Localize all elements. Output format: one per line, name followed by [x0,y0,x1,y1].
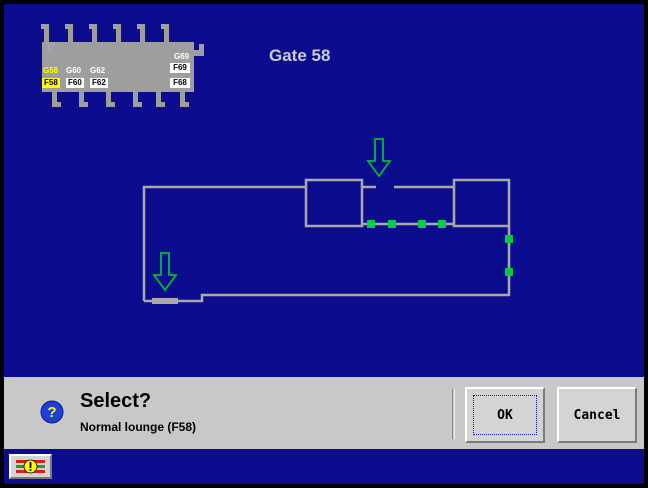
gate-view-panel: F G58 G60 G62 G69 F58 F60 F62 F69 F68 Ga… [4,4,644,377]
warning-flag-icon [16,459,45,474]
bottom-bar [4,449,644,484]
focus-ring [473,395,537,435]
diagram-node [505,235,513,243]
diagram-door [152,298,178,304]
diagram-room-left [304,178,364,228]
ok-button[interactable]: OK [465,387,545,443]
diagram-node [418,220,426,228]
diagram-corridor [144,226,511,303]
arrow-down-icon [152,252,178,292]
screen: F G58 G60 G62 G69 F58 F60 F62 F69 F68 Ga… [4,4,644,484]
diagram-node [388,220,396,228]
cancel-button[interactable]: Cancel [557,387,637,443]
confirm-dialog: ? Select? Normal lounge (F58) OK Cancel [4,377,644,449]
svg-text:?: ? [47,404,56,421]
warning-button[interactable] [9,454,52,479]
diagram-node [367,220,375,228]
question-icon: ? [40,400,64,424]
dialog-title: Select? [80,390,152,412]
gate-diagram [142,138,513,304]
diagram-node [438,220,446,228]
arrow-down-icon [366,138,392,178]
diagram-node [505,268,513,276]
dialog-message: Normal lounge (F58) [80,420,197,434]
diagram-wall-left [142,185,306,301]
diagram-room-right [452,178,511,228]
dialog-divider [452,389,455,439]
cancel-button-label: Cancel [573,407,621,423]
